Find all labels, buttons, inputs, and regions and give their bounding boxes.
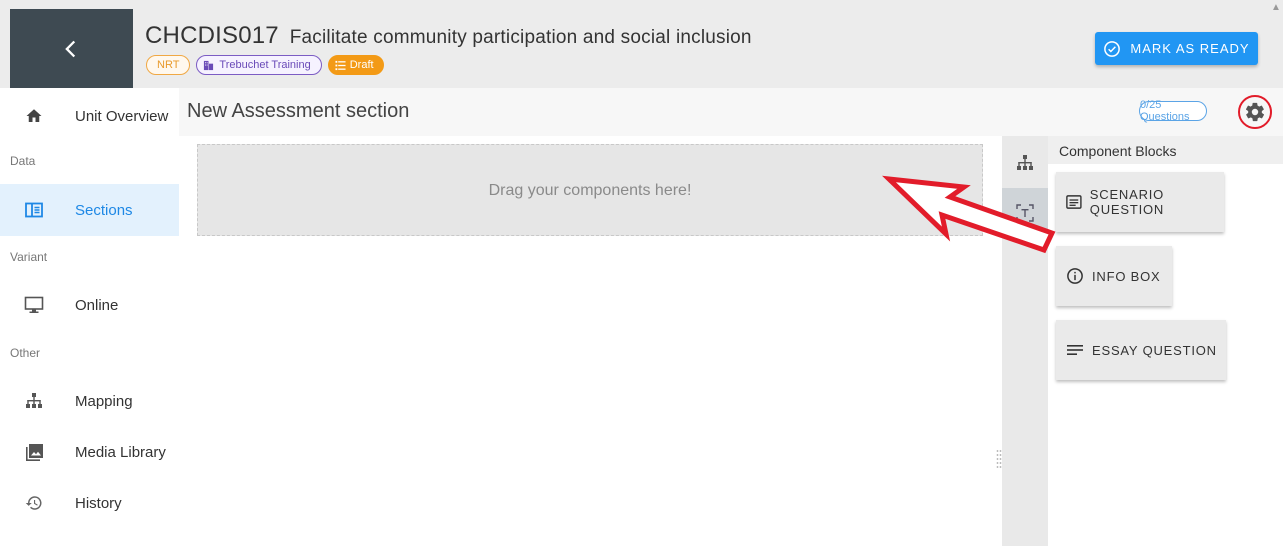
info-box-block[interactable]: INFO BOX bbox=[1056, 246, 1172, 306]
sidebar-item-label: Sections bbox=[75, 201, 133, 219]
block-label: SCENARIO QUESTION bbox=[1089, 187, 1165, 217]
status-badge: Draft bbox=[327, 55, 384, 75]
sidebar-group-data: Data bbox=[10, 154, 36, 168]
sidebar-item-unit-overview[interactable]: Unit Overview bbox=[0, 90, 179, 142]
sidebar-item-label: Unit Overview bbox=[75, 107, 169, 125]
organisation-chip: Trebuchet Training bbox=[196, 55, 322, 75]
sidebar-item-online[interactable]: Online bbox=[0, 279, 179, 331]
question-count-badge: 0/25 Questions bbox=[1139, 99, 1207, 123]
status-badge-label: Draft bbox=[349, 59, 374, 71]
component-dropzone[interactable]: Drag your components here! bbox=[197, 144, 983, 236]
history-icon bbox=[24, 493, 44, 513]
gear-icon bbox=[1245, 102, 1265, 122]
sidebar: Unit Overview Data Sections Variant Onli… bbox=[0, 88, 179, 546]
section-editor: Drag your components here! bbox=[179, 136, 1002, 546]
sidebar-item-label: History bbox=[75, 494, 122, 512]
panel-tab-rail bbox=[1002, 136, 1048, 546]
info-icon bbox=[1067, 268, 1083, 284]
nrt-chip: NRT bbox=[146, 55, 191, 75]
sidebar-item-mapping[interactable]: Mapping bbox=[0, 375, 179, 427]
unit-name: Facilitate community participation and s… bbox=[289, 27, 752, 48]
mark-as-ready-label: MARK AS READY bbox=[1130, 41, 1250, 56]
image-library-icon bbox=[24, 442, 44, 462]
chevron-left-icon bbox=[64, 40, 75, 57]
component-blocks-panel: Component Blocks SCENARIO QUESTION INFO … bbox=[1048, 136, 1283, 546]
block-label: ESSAY QUESTION bbox=[1092, 342, 1217, 358]
sidebar-item-label: Online bbox=[75, 296, 119, 314]
home-icon bbox=[24, 106, 44, 126]
dropzone-text: Drag your components here! bbox=[488, 182, 692, 199]
unit-header: CHCDIS017 Facilitate community participa… bbox=[0, 0, 1283, 88]
text-select-icon bbox=[1016, 204, 1034, 222]
sidebar-item-label: Media Library bbox=[75, 443, 166, 461]
panel-title: Component Blocks bbox=[1048, 136, 1283, 164]
sidebar-group-other: Other bbox=[10, 346, 41, 360]
unit-code: CHCDIS017 bbox=[145, 22, 279, 49]
check-circle-icon bbox=[1104, 40, 1121, 57]
list-icon bbox=[335, 60, 346, 70]
section-title[interactable]: New Assessment section bbox=[187, 100, 409, 123]
section-title-bar: New Assessment section 0/25 Questions bbox=[179, 88, 1283, 136]
sitemap-icon bbox=[24, 391, 44, 411]
scenario-question-block[interactable]: SCENARIO QUESTION bbox=[1056, 172, 1224, 232]
view-sections-icon bbox=[24, 200, 44, 220]
unit-title: CHCDIS017 Facilitate community participa… bbox=[145, 22, 752, 50]
tab-component-blocks[interactable] bbox=[1002, 188, 1048, 238]
mark-as-ready-button[interactable]: MARK AS READY bbox=[1095, 32, 1258, 65]
back-button[interactable] bbox=[10, 9, 133, 88]
sitemap-icon bbox=[1017, 155, 1033, 170]
scroll-up-icon[interactable]: ▲ bbox=[1271, 2, 1281, 13]
lines-icon bbox=[1067, 345, 1083, 355]
sidebar-item-sections[interactable]: Sections bbox=[0, 184, 179, 236]
sidebar-item-label: Mapping bbox=[75, 392, 133, 410]
building-icon bbox=[204, 60, 214, 70]
tab-structure[interactable] bbox=[1002, 138, 1048, 188]
sidebar-group-variant: Variant bbox=[10, 250, 48, 264]
block-label: INFO BOX bbox=[1092, 268, 1161, 284]
section-settings-button[interactable] bbox=[1238, 95, 1272, 129]
organisation-chip-label: Trebuchet Training bbox=[219, 59, 311, 71]
essay-question-block[interactable]: ESSAY QUESTION bbox=[1056, 320, 1226, 380]
scenario-icon bbox=[1066, 195, 1082, 209]
sidebar-item-media-library[interactable]: Media Library bbox=[0, 426, 179, 478]
sidebar-item-history[interactable]: History bbox=[0, 477, 179, 529]
unit-chips: NRT Trebuchet Training Draft bbox=[146, 55, 384, 75]
monitor-icon bbox=[24, 295, 44, 315]
